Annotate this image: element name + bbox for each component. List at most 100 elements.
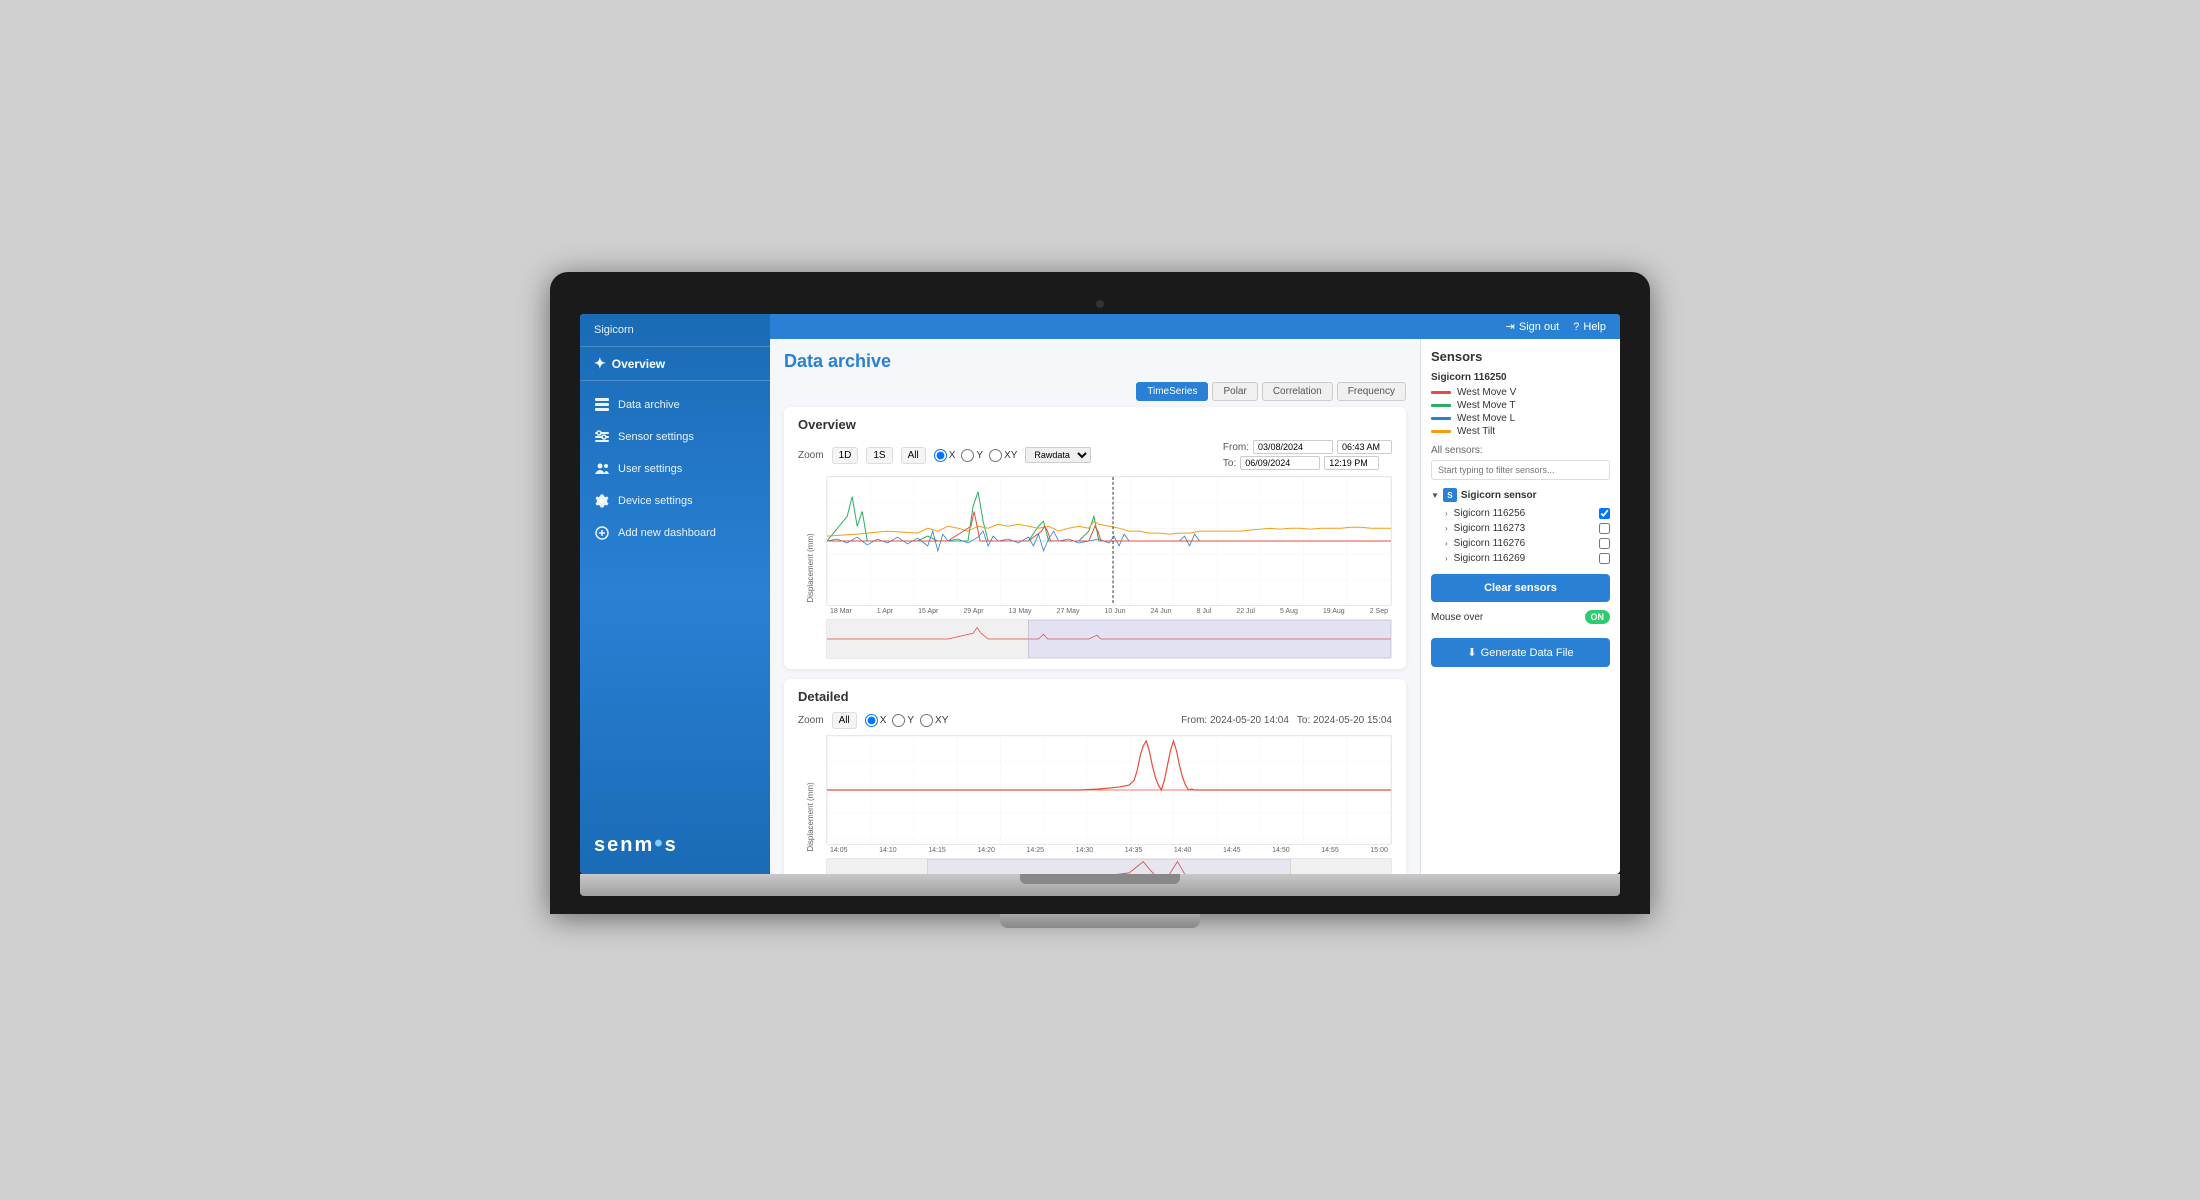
sidebar: Sigicorn ✦ Overview: [580, 314, 770, 874]
group-icon: S: [1443, 488, 1457, 502]
overview-zoom-label: Zoom: [798, 450, 824, 461]
legend-item-3: West Move L: [1431, 413, 1610, 424]
sensor-expand-1[interactable]: ›: [1445, 524, 1448, 533]
table-icon: [594, 397, 610, 413]
overview-to-row: To:: [1223, 456, 1392, 470]
sensor-expand-3[interactable]: ›: [1445, 554, 1448, 563]
detailed-zoom-label: Zoom: [798, 715, 824, 726]
tab-frequency[interactable]: Frequency: [1337, 382, 1406, 401]
zoom-1s[interactable]: 1S: [866, 447, 892, 464]
tab-polar[interactable]: Polar: [1212, 382, 1257, 401]
sensor-checkbox-1[interactable]: [1599, 523, 1610, 534]
detailed-chart-panel: Detailed Zoom All X Y XY Fro: [784, 679, 1406, 874]
screen-bezel: Sigicorn ✦ Overview: [550, 272, 1650, 914]
detailed-radio-x[interactable]: [865, 714, 878, 727]
overview-from-row: From:: [1223, 440, 1392, 454]
content-area: Data archive TimeSeries Polar Correlatio…: [770, 339, 1620, 874]
zoom-1d[interactable]: 1D: [832, 447, 859, 464]
to-label: To:: [1223, 458, 1236, 469]
all-sensors-label: All sensors:: [1431, 445, 1610, 456]
sensor-checkbox-3[interactable]: [1599, 553, 1610, 564]
detailed-radio-xy-label[interactable]: XY: [920, 714, 948, 727]
from-label: From:: [1223, 442, 1249, 453]
radio-y-label[interactable]: Y: [961, 449, 983, 462]
legend-color-1: [1431, 391, 1451, 394]
sliders-icon: [594, 429, 610, 445]
tab-timeseries[interactable]: TimeSeries: [1136, 382, 1208, 401]
sensor-main-name: Sigicorn 116250: [1431, 372, 1610, 383]
gear-icon: [594, 493, 610, 509]
sidebar-item-data-archive[interactable]: Data archive: [580, 389, 770, 421]
from-time-input[interactable]: [1337, 440, 1392, 454]
laptop-stand: [1000, 914, 1200, 928]
main-content: ⇥ Sign out ? Help Data archive: [770, 314, 1620, 874]
detailed-y-axis-label: Displacement (mm): [806, 782, 815, 851]
sensor-item-2: › Sigicorn 116276: [1431, 536, 1610, 551]
detailed-radio-y-label[interactable]: Y: [892, 714, 914, 727]
sensor-expand-2[interactable]: ›: [1445, 539, 1448, 548]
radio-xy-label[interactable]: XY: [989, 449, 1017, 462]
detailed-chart-svg-area: [826, 735, 1392, 845]
sidebar-item-user-settings[interactable]: User settings: [580, 453, 770, 485]
legend-color-2: [1431, 404, 1451, 407]
zoom-all[interactable]: All: [901, 447, 926, 464]
overview-radio-group: X Y XY: [934, 449, 1018, 462]
topbar: ⇥ Sign out ? Help: [770, 314, 1620, 339]
detailed-from-label: From: 2024-05-20 14:04: [1181, 715, 1289, 726]
sensor-checkbox-0[interactable]: [1599, 508, 1610, 519]
detailed-chart-title: Detailed: [798, 689, 1392, 704]
overview-y-axis-label: Displacement (mm): [806, 533, 815, 602]
overview-date-controls: From: To:: [1223, 440, 1392, 470]
overview-dropdown[interactable]: Rawdata: [1025, 447, 1091, 463]
overview-icon: ✦: [594, 355, 606, 372]
radio-x-label[interactable]: X: [934, 449, 956, 462]
plus-circle-icon: [594, 525, 610, 541]
sidebar-brand: Sigicorn: [580, 314, 770, 347]
sensors-title: Sensors: [1431, 349, 1610, 364]
sensor-checkbox-2[interactable]: [1599, 538, 1610, 549]
detailed-svg: [827, 736, 1391, 844]
sidebar-item-device-settings[interactable]: Device settings: [580, 485, 770, 517]
detailed-radio-x-label[interactable]: X: [865, 714, 887, 727]
camera-dot: [1096, 300, 1104, 308]
signout-button[interactable]: ⇥ Sign out: [1506, 320, 1560, 333]
to-time-input[interactable]: [1324, 456, 1379, 470]
radio-xy[interactable]: [989, 449, 1002, 462]
radio-x[interactable]: [934, 449, 947, 462]
to-date-input[interactable]: [1240, 456, 1320, 470]
sensor-item-1: › Sigicorn 116273: [1431, 521, 1610, 536]
overview-chart-controls: Zoom 1D 1S All X Y XY: [798, 440, 1392, 470]
sensor-expand-0[interactable]: ›: [1445, 509, 1448, 518]
mouse-over-toggle[interactable]: ON: [1585, 610, 1611, 624]
sidebar-item-add-dashboard[interactable]: Add new dashboard: [580, 517, 770, 549]
clear-sensors-button[interactable]: Clear sensors: [1431, 574, 1610, 602]
legend-item-1: West Move V: [1431, 387, 1610, 398]
sensor-group: ▼ S Sigicorn sensor › Sigicorn 116256: [1431, 488, 1610, 566]
overview-chart-title: Overview: [798, 417, 1392, 432]
overview-chart-svg-area: [826, 476, 1392, 606]
help-icon: ?: [1573, 321, 1579, 333]
from-date-input[interactable]: [1253, 440, 1333, 454]
sensors-panel: Sensors Sigicorn 116250 West Move V West…: [1420, 339, 1620, 874]
detailed-radio-y[interactable]: [892, 714, 905, 727]
page-title: Data archive: [784, 351, 1406, 372]
radio-y[interactable]: [961, 449, 974, 462]
sidebar-overview-section: ✦ Overview: [580, 347, 770, 381]
group-collapse-icon[interactable]: ▼: [1431, 491, 1439, 500]
sidebar-item-sensor-settings[interactable]: Sensor settings: [580, 421, 770, 453]
detailed-chart-wrapper: Displacement (mm): [798, 735, 1392, 874]
sensor-legend: West Move V West Move T West Move L: [1431, 387, 1610, 437]
detailed-zoom-all[interactable]: All: [832, 712, 857, 729]
senmos-logo: senm•s: [580, 820, 770, 874]
sensor-filter-input[interactable]: [1431, 460, 1610, 480]
generate-data-file-button[interactable]: ⬇ Generate Data File: [1431, 638, 1610, 667]
charts-area: Data archive TimeSeries Polar Correlatio…: [770, 339, 1420, 874]
tab-correlation[interactable]: Correlation: [1262, 382, 1333, 401]
help-button[interactable]: ? Help: [1573, 321, 1606, 333]
legend-color-3: [1431, 417, 1451, 420]
mouse-over-row: Mouse over ON: [1431, 610, 1610, 624]
users-icon: [594, 461, 610, 477]
legend-item-2: West Move T: [1431, 400, 1610, 411]
detailed-chart-controls: Zoom All X Y XY From: 2024-05-20 14:04 T…: [798, 712, 1392, 729]
detailed-radio-xy[interactable]: [920, 714, 933, 727]
